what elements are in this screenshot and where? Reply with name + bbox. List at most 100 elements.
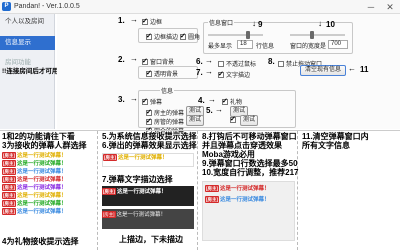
checkbox-icon: [180, 32, 186, 40]
app-icon: P: [2, 2, 11, 11]
annotation-2: 2.: [118, 55, 125, 64]
danmaku-label: 弹幕: [150, 100, 163, 106]
demo-pill: [房主]: [2, 208, 16, 215]
demo-line: [房主] 这是一行测试弹幕！: [2, 192, 96, 200]
demo-line: [房主] 这是一行测试弹幕！: [205, 196, 292, 204]
annotation-9: 9: [258, 20, 263, 29]
checkbox-icon: [278, 60, 284, 67]
demo-text: 这是一行测试弹幕！: [17, 185, 67, 191]
slider-handle[interactable]: [246, 31, 250, 39]
annotation-4: 4.: [198, 96, 205, 105]
demo-text: 这是一行测试弹幕！: [117, 189, 167, 195]
border-draw-label: 边框描边: [154, 35, 179, 41]
sidebar-item-info-display[interactable]: 信息显示: [0, 36, 55, 50]
annotation-3: 3.: [118, 95, 125, 104]
note-line: 上描边，下未描边: [119, 235, 183, 244]
demo-text: 这是一行测试弹幕！: [17, 201, 67, 207]
rows-slider[interactable]: [208, 31, 263, 39]
close-button[interactable]: ✕: [384, 1, 396, 13]
checkbox-icon: [146, 32, 152, 40]
no-move-checkbox[interactable]: 不透过鼠标: [218, 59, 256, 68]
demo-line: [房主] 这是一行测试弹幕！: [2, 176, 96, 184]
demo-pill: [房主]: [2, 168, 16, 175]
demo-line: [房主] 这是一行测试弹幕！: [2, 200, 96, 208]
demo-text: 这是一行测试弹幕！: [17, 177, 67, 183]
width-input[interactable]: 700: [328, 40, 348, 49]
demo-text: 这是一行测试弹幕！: [220, 186, 270, 192]
demo-line: [房主] 这是一行测试弹幕！: [103, 154, 193, 162]
rows-input[interactable]: 18: [237, 40, 253, 49]
demo-line: [房主] 这是一行测试弹幕！: [2, 160, 96, 168]
text-stroke-checkbox[interactable]: 文字描边: [218, 70, 250, 79]
minimize-button[interactable]: ─: [365, 1, 377, 13]
demo-line: [房主] 这是一行测试弹幕！: [2, 152, 96, 160]
demo-preview-1: [房主] 这是一行测试弹幕！: [102, 153, 194, 167]
window-bg-checkbox[interactable]: 窗口背景: [142, 57, 174, 66]
annotation-7: 7.: [196, 68, 203, 77]
checkbox-icon: [218, 60, 224, 67]
demo-text: 这是一行测试弹幕！: [118, 155, 168, 161]
slider-handle[interactable]: [310, 31, 314, 39]
no-move-label: 不透过鼠标: [226, 62, 257, 68]
demo-pill: [房主]: [2, 184, 16, 191]
note-line: 6.弹出的弹幕效果显示选择: [102, 141, 197, 150]
demo-pill: [房主]: [205, 185, 219, 192]
rows-unit: 行信息: [256, 44, 275, 50]
width-slider[interactable]: [290, 31, 345, 39]
note-line: 1和2的功能请往下看: [2, 132, 75, 141]
note-line: 3为接收的弹幕人群选择: [2, 141, 87, 150]
demo-pill: [房主]: [2, 200, 16, 207]
notes-column-1: 1和2的功能请往下看 3为接收的弹幕人群选择 [房主] 这是一行测试弹幕！ [房主…: [0, 131, 98, 250]
transparent-bg-checkbox[interactable]: 透明背景: [146, 69, 178, 78]
note-line: 并且弹幕点击穿透效果: [202, 141, 282, 150]
annotation-1: 1.: [118, 16, 125, 25]
annotation-5: 5.: [206, 106, 213, 115]
annotation-6: 6.: [196, 57, 203, 66]
demo-pill: [房主]: [2, 152, 16, 159]
demo-pill: [房主]: [103, 154, 117, 161]
demo-text: 这是一行测试弹幕！: [220, 197, 270, 203]
demo-line: [房主] 这是一行测试弹幕！: [102, 188, 194, 196]
info-window-group-title: 信息窗口: [208, 18, 235, 27]
demo-text: 这是一行测试弹幕！: [17, 169, 67, 175]
demo-pill: [房主]: [102, 211, 116, 218]
notes-column-2: 5.为系统信息接收提示选择 6.弹出的弹幕效果显示选择 [房主] 这是一行测试弹幕…: [99, 131, 198, 250]
room-manager-label: 房主的弹幕: [154, 111, 185, 117]
arrow-icon: →: [205, 56, 213, 65]
arrow-icon: →: [130, 54, 138, 63]
arrow-icon: →: [130, 94, 138, 103]
border-checkbox[interactable]: 边框: [142, 17, 162, 26]
arrow-icon: ↓: [318, 19, 322, 28]
room-admin-label: 房管的弹幕: [154, 120, 185, 126]
arrow-icon: ↓: [252, 19, 256, 28]
rows-label: 最多显示: [208, 44, 233, 50]
annotation-11: 11: [360, 65, 369, 74]
test-system-button[interactable]: 测试: [240, 115, 258, 126]
demo-pill: [房主]: [2, 160, 16, 167]
border-label: 边框: [150, 20, 163, 26]
demo-line: [房主] 这是一行测试弹幕！: [2, 168, 96, 176]
annotation-8: 8.: [268, 57, 275, 66]
transparent-bg-label: 透明背景: [154, 72, 179, 78]
gift-checkbox[interactable]: 礼物: [222, 97, 242, 106]
window-bg-label: 窗口背景: [150, 60, 175, 66]
danmaku-checkbox[interactable]: 弹幕: [142, 97, 162, 106]
system-info-checkbox[interactable]: [230, 115, 236, 123]
sidebar-item-profile[interactable]: 个人以及房间: [0, 15, 55, 29]
note-line: 所有文字信息: [302, 141, 350, 150]
arrow-icon: →: [215, 105, 223, 114]
border-draw-checkbox[interactable]: 边框描边: [146, 32, 178, 41]
note-line: 9.弹幕窗口行数选择最多50: [202, 159, 298, 168]
rounded-checkbox[interactable]: 圆角: [180, 32, 200, 41]
test-room-admin-button[interactable]: 测试: [186, 115, 204, 126]
text-stroke-label: 文字描边: [226, 73, 251, 79]
demo-line: [房主] 这是一行测试弹幕！: [2, 184, 96, 192]
gift-label: 礼物: [230, 100, 243, 106]
clear-messages-button[interactable]: 清空现有信息: [300, 65, 346, 76]
checkbox-icon: [146, 117, 152, 125]
checkbox-icon: [222, 97, 228, 105]
notes-column-3: 8.打钩后不可移动弹幕窗口 并且弹幕点击穿透效果 Moba游戏必用 9.弹幕窗口…: [199, 131, 298, 250]
notes-column-4: 11.清空弹幕窗口内 所有文字信息: [299, 131, 400, 250]
demo-text: 这是一行测试弹幕！: [116, 212, 167, 218]
checkbox-icon: [146, 108, 152, 116]
